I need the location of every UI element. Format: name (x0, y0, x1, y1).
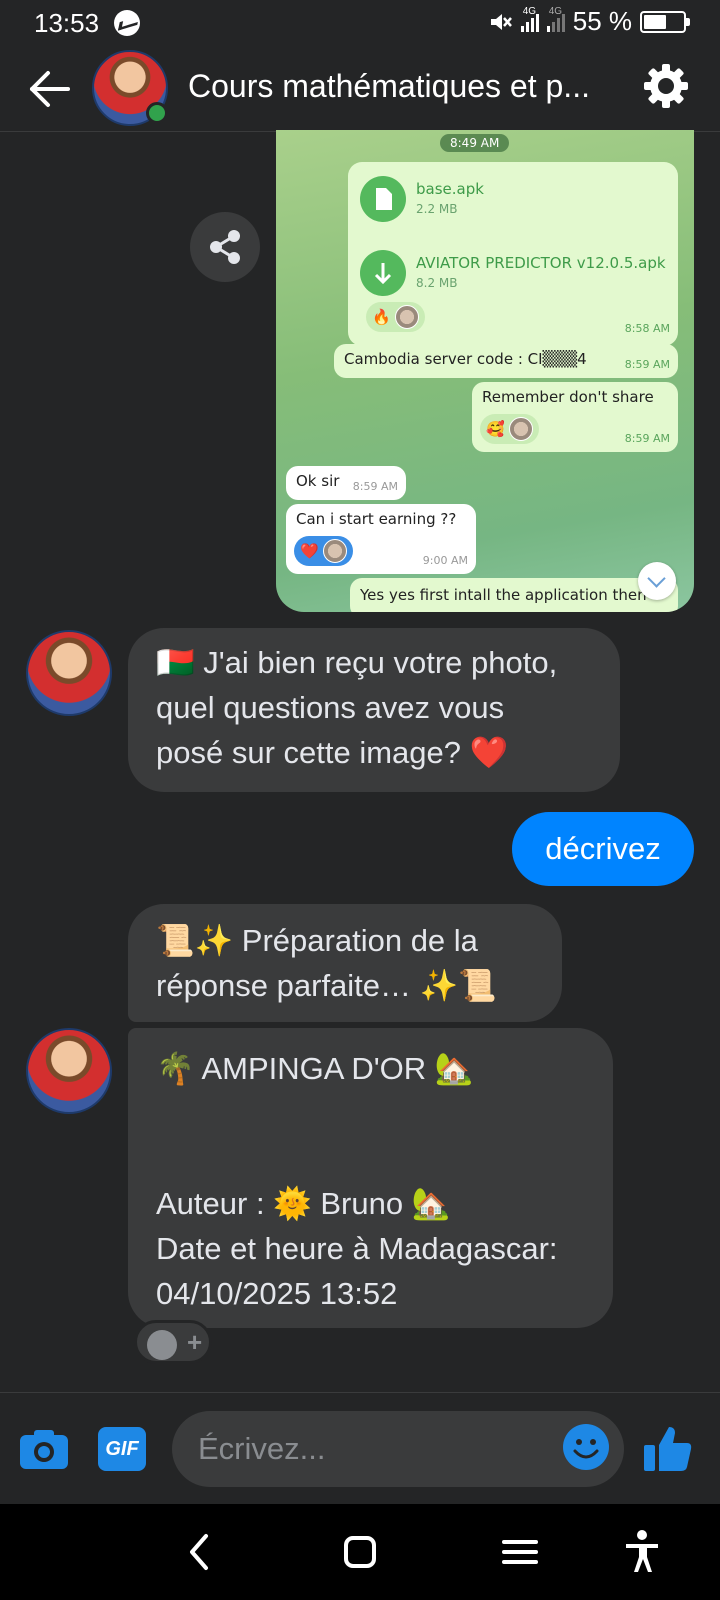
signal-icon: 4G (520, 6, 539, 32)
tg-msg-text: Remember don't share (482, 388, 654, 406)
network-label: 4G (522, 5, 537, 17)
tg-date-chip: 8:49 AM (440, 134, 510, 152)
emoji-icon[interactable] (562, 1423, 610, 1471)
tg-msg-text: Ok sir (296, 472, 340, 490)
online-indicator (146, 102, 168, 124)
tg-time: 8:59 AM (624, 358, 670, 371)
tg-file-name: AVIATOR PREDICTOR v12.0.5.apk (416, 254, 666, 272)
image-message[interactable]: 8:49 AM base.apk 2.2 MB AVIATOR PREDICTO… (276, 130, 694, 612)
tg-msg-install: Yes yes first intall the application the… (350, 578, 678, 612)
network-label-2: 4G (548, 5, 563, 17)
add-reaction-button[interactable]: + (134, 1320, 212, 1364)
tg-reactor-avatar (394, 305, 419, 329)
message-line: 04/10/2025 13:52 (156, 1276, 398, 1311)
tg-file-name: base.apk (416, 180, 484, 198)
share-button[interactable] (190, 212, 260, 282)
battery-percent: 55 % (572, 6, 632, 36)
gear-icon[interactable] (640, 60, 692, 112)
status-time: 13:53 (34, 8, 100, 38)
tg-reactor-avatar (508, 417, 533, 441)
message-line: Auteur : 🌞 Bruno 🏡 (156, 1186, 451, 1221)
tg-reaction-emoji: 🔥 (372, 308, 391, 326)
messenger-icon (114, 10, 140, 36)
tg-time: 8:59 AM (624, 432, 670, 445)
tg-time: 8:58 AM (624, 322, 670, 335)
tg-msg-server-code: Cambodia server code : CI▒▒▒4 8:59 AM (334, 344, 678, 378)
tg-msg-text: Cambodia server code : CI▒▒▒4 (344, 350, 587, 368)
battery-icon (640, 10, 690, 33)
message-line: quel questions avez vous (156, 690, 505, 725)
tg-file-size: 8.2 MB (416, 276, 458, 290)
tg-msg-ok-sir: Ok sir 8:59 AM (286, 466, 406, 500)
thumbs-up-icon[interactable] (640, 1421, 696, 1477)
tg-reaction-emoji: ❤️ (300, 542, 319, 560)
nav-recents-icon[interactable] (494, 1526, 546, 1578)
composer-bar: GIF Écrivez... (0, 1392, 720, 1504)
tg-reaction-emoji: 🥰 (486, 420, 505, 438)
message-line: réponse parfaite… ✨📜 (156, 968, 497, 1003)
sender-avatar[interactable] (26, 630, 112, 716)
tg-msg-remember: Remember don't share 🥰 8:59 AM (472, 382, 678, 452)
tg-files-bubble: base.apk 2.2 MB AVIATOR PREDICTOR v12.0.… (348, 162, 678, 346)
tg-time: 8:59 AM (352, 480, 398, 493)
emoji-icon (147, 1330, 177, 1360)
scroll-down-icon (638, 562, 676, 600)
plus-icon: + (187, 1327, 203, 1357)
gif-button[interactable]: GIF (98, 1427, 146, 1471)
tg-reaction: 🔥 (366, 302, 425, 332)
tg-msg-text: Yes yes first intall the application the… (360, 586, 647, 604)
status-bar: 13:53 4G 4G 55 % (0, 0, 720, 46)
file-icon (360, 176, 406, 222)
nav-back-icon[interactable] (174, 1526, 226, 1578)
tg-file-2: AVIATOR PREDICTOR v12.0.5.apk 8.2 MB (360, 250, 670, 300)
chat-header: Cours mathématiques et p... (0, 46, 720, 132)
sender-avatar[interactable] (26, 1028, 112, 1114)
tg-reactor-avatar (322, 539, 347, 563)
tg-reaction: ❤️ (294, 536, 353, 566)
tg-file-1: base.apk 2.2 MB (360, 176, 670, 226)
share-icon (210, 230, 240, 264)
accessibility-icon[interactable] (616, 1526, 668, 1578)
incoming-message[interactable]: 📜✨ Préparation de la réponse parfaite… ✨… (128, 904, 562, 1022)
tg-reaction: 🥰 (480, 414, 539, 444)
message-line: 📜✨ Préparation de la (156, 923, 478, 958)
tg-msg-text: Can i start earning ?? (296, 510, 457, 528)
outgoing-message[interactable]: décrivez (512, 812, 694, 886)
status-right: 4G 4G 55 % (487, 6, 690, 37)
incoming-message[interactable]: 🇲🇬 J'ai bien reçu votre photo, quel ques… (128, 628, 620, 792)
back-arrow-icon[interactable] (24, 64, 74, 114)
tg-file-size: 2.2 MB (416, 202, 458, 216)
camera-icon[interactable] (18, 1429, 70, 1471)
message-line: Date et heure à Madagascar: (156, 1231, 558, 1266)
nav-home-icon[interactable] (334, 1526, 386, 1578)
signal-icon-2: 4G (546, 6, 565, 32)
message-input[interactable]: Écrivez... (172, 1411, 624, 1487)
tg-msg-earning: Can i start earning ?? ❤️ 9:00 AM (286, 504, 476, 574)
chat-title[interactable]: Cours mathématiques et p... (188, 68, 618, 105)
tg-time: 9:00 AM (422, 554, 468, 567)
mute-icon (490, 13, 512, 30)
message-line: 🌴 AMPINGA D'OR 🏡 (156, 1051, 474, 1086)
incoming-message[interactable]: 🌴 AMPINGA D'OR 🏡 Auteur : 🌞 Bruno 🏡 Date… (128, 1028, 613, 1328)
download-icon (360, 250, 406, 296)
message-line: posé sur cette image? ❤️ (156, 735, 509, 770)
system-nav-bar (0, 1504, 720, 1600)
message-line: 🇲🇬 J'ai bien reçu votre photo, (156, 645, 558, 680)
